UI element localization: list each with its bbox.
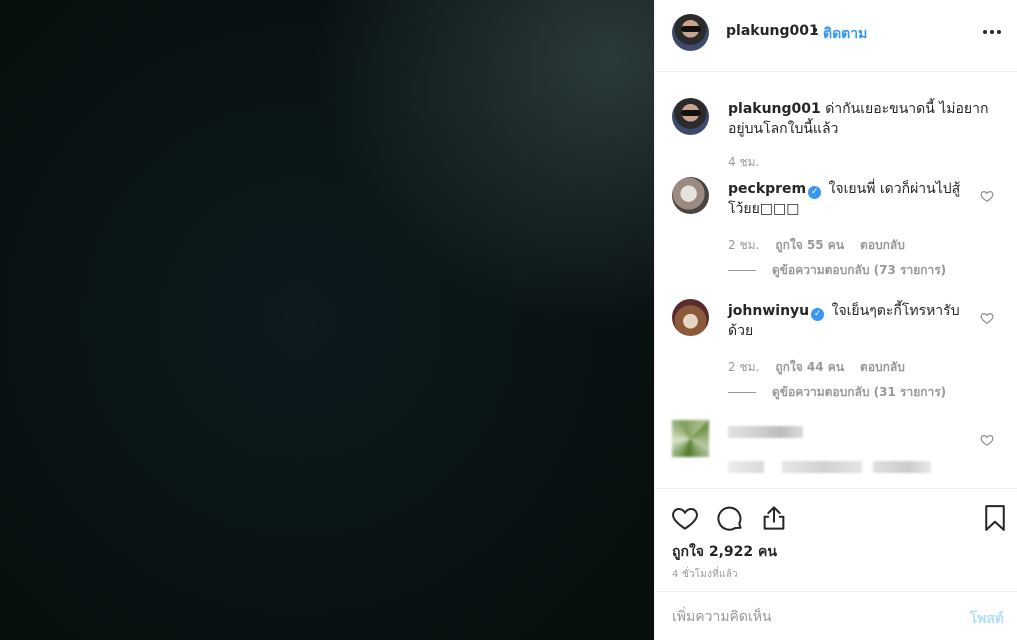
post-actions: ถูกใจ 2,922 คน 4 ชั่วโมงที่แล้ว [655,488,1017,591]
blurred-text [782,461,862,473]
comment-body: johnwinyu ✓ ใจเย็นๆตะกี้โทรหารับด้วย [728,301,968,341]
comment-username[interactable]: johnwinyu [728,303,809,319]
caption-avatar[interactable] [672,98,709,135]
caption-time[interactable]: 4 ชม. [728,153,759,172]
post-header: plakung001 • ติดตาม [655,0,1017,72]
reply-button[interactable]: ตอบกลับ [860,236,905,255]
comment-username[interactable]: peckprem [728,181,806,197]
add-comment-bar: โพสต์ [655,591,1017,640]
comment-time[interactable]: 2 ชม. [728,358,759,377]
comment-likes[interactable]: ถูกใจ 44 คน [775,358,844,377]
post-time[interactable]: 4 ชั่วโมงที่แล้ว [672,567,738,582]
comment-likes[interactable]: ถูกใจ 55 คน [775,236,844,255]
comment-avatar[interactable] [672,299,709,336]
comment-heart-icon[interactable] [980,433,994,447]
likes-count[interactable]: ถูกใจ 2,922 คน [672,541,777,563]
share-icon[interactable] [759,503,789,533]
view-replies-label[interactable]: ดูข้อความตอบกลับ (31 รายการ) [772,383,946,402]
comment-body: peckprem ✓ ใจเยนพี่ เดวก็ผ่านไปสู้โว้ยย□□… [728,179,968,219]
header-separator: • [811,23,820,39]
blurred-avatar[interactable] [672,420,709,457]
comment-time[interactable]: 2 ชม. [728,236,759,255]
comment-heart-icon[interactable] [980,189,994,203]
more-options-icon[interactable] [980,22,1004,42]
post-image[interactable] [0,0,654,640]
post-sidebar: plakung001 • ติดตาม plakung001 ด่ากันเยอ… [654,0,1017,640]
comment-meta: 2 ชม. ถูกใจ 44 คน ตอบกลับ [728,358,905,377]
blurred-username [728,426,803,438]
author-avatar[interactable] [672,14,709,51]
author-username[interactable]: plakung001 [726,23,819,39]
view-replies-button[interactable]: ดูข้อความตอบกลับ (31 รายการ) [728,383,946,402]
replies-divider [728,392,756,393]
verified-badge-icon: ✓ [808,186,822,199]
verified-badge-icon: ✓ [811,308,825,321]
post-button[interactable]: โพสต์ [970,608,1004,630]
comment-input[interactable] [672,606,942,628]
comment-avatar[interactable] [672,177,709,214]
heart-icon[interactable] [670,503,700,533]
view-replies-label[interactable]: ดูข้อความตอบกลับ (73 รายการ) [772,261,946,280]
view-replies-button[interactable]: ดูข้อความตอบกลับ (73 รายการ) [728,261,946,280]
reply-button[interactable]: ตอบกลับ [860,358,905,377]
blurred-text [728,461,764,473]
comments-list[interactable]: plakung001 ด่ากันเยอะขนาดนี้ ไม่อยากอยู่… [655,72,1017,488]
bookmark-icon[interactable] [980,503,1010,533]
caption: plakung001 ด่ากันเยอะขนาดนี้ ไม่อยากอยู่… [728,99,998,139]
blurred-text [873,461,931,473]
comment-heart-icon[interactable] [980,311,994,325]
replies-divider [728,270,756,271]
caption-username[interactable]: plakung001 [728,101,821,117]
comment-meta: 2 ชม. ถูกใจ 55 คน ตอบกลับ [728,236,905,255]
caption-meta: 4 ชม. [728,153,759,172]
comment-icon[interactable] [715,503,745,533]
follow-button[interactable]: ติดตาม [823,23,867,45]
